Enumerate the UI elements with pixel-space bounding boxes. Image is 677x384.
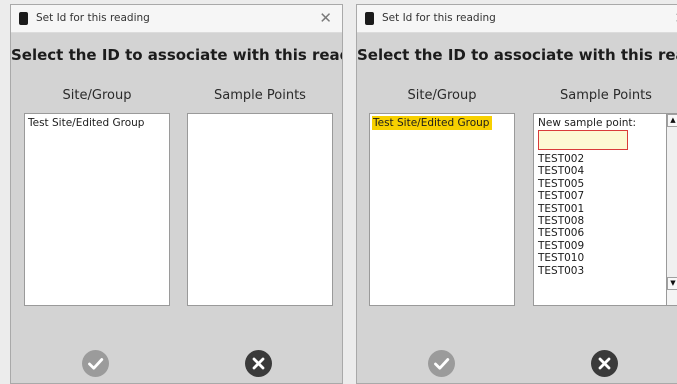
site-group-list[interactable]: Test Site/Edited Group [24,113,170,306]
window-title: Set Id for this reading [382,12,496,24]
list-item[interactable]: TEST009 [538,240,584,252]
site-group-list[interactable]: Test Site/Edited Group [369,113,515,306]
list-item[interactable]: TEST001 [538,203,584,215]
app-icon [365,12,374,25]
close-icon[interactable]: ✕ [319,8,332,28]
app-icon [19,12,28,25]
set-id-dialog-right: Set Id for this reading ✕ Select the ID … [356,4,677,384]
sample-points-list[interactable]: New sample point: TEST002 TEST004 TEST00… [533,113,677,306]
ok-button[interactable] [428,350,455,377]
set-id-dialog-left: Set Id for this reading ✕ Select the ID … [10,4,343,384]
list-item[interactable]: TEST005 [538,178,584,190]
list-item[interactable]: TEST007 [538,190,584,202]
sample-point-items: TEST002 TEST004 TEST005 TEST007 TEST001 … [538,153,584,277]
list-item[interactable]: Test Site/Edited Group [27,116,147,130]
ok-button[interactable] [82,350,109,377]
checkmark-icon [434,358,450,370]
close-circle-icon [598,357,611,370]
dialog-heading: Select the ID to associate with this rea… [357,46,677,64]
scroll-up-arrow-icon[interactable]: ▲ [667,114,677,127]
title-bar: Set Id for this reading ✕ [11,5,342,33]
scroll-down-arrow-icon[interactable]: ▼ [667,277,677,290]
cancel-button[interactable] [591,350,618,377]
site-group-label: Site/Group [407,88,477,103]
checkmark-icon [88,358,104,370]
list-item-selected[interactable]: Test Site/Edited Group [372,116,493,130]
new-sample-point-input[interactable] [538,130,628,150]
list-item[interactable]: TEST003 [538,265,584,277]
scroll-track[interactable] [667,127,677,277]
sample-points-list[interactable] [187,113,333,306]
site-group-label: Site/Group [62,88,132,103]
list-item[interactable]: TEST008 [538,215,584,227]
new-sample-point-label: New sample point: [538,117,637,129]
list-item[interactable]: TEST010 [538,252,584,264]
title-bar: Set Id for this reading ✕ [357,5,677,33]
close-circle-icon [252,357,265,370]
list-item[interactable]: TEST004 [538,165,584,177]
window-title: Set Id for this reading [36,12,150,24]
dialog-heading: Select the ID to associate with this rea… [11,46,343,64]
list-item[interactable]: TEST006 [538,227,584,239]
sample-points-label: Sample Points [560,88,652,103]
cancel-button[interactable] [245,350,272,377]
list-item[interactable]: TEST002 [538,153,584,165]
sample-points-label: Sample Points [214,88,306,103]
vertical-scrollbar[interactable]: ▲ ▼ [666,114,677,305]
